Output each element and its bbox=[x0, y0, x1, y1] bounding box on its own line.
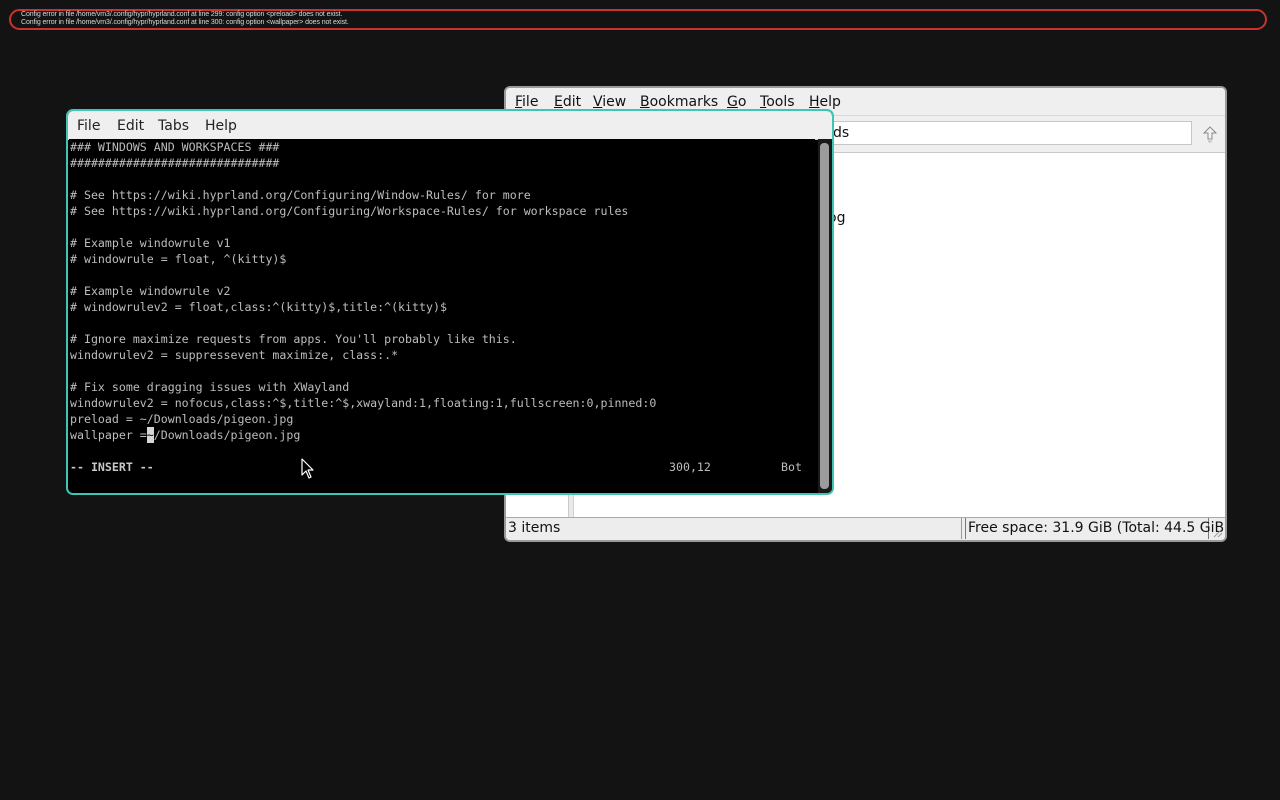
terminal-line: # Example windowrule v2 bbox=[70, 284, 231, 298]
jump-arrow-icon[interactable] bbox=[1198, 122, 1222, 146]
term-menu-tabs[interactable]: Tabs bbox=[158, 117, 189, 135]
terminal-scroll-thumb[interactable] bbox=[820, 143, 829, 489]
vim-status-scroll: Bot bbox=[781, 460, 802, 474]
status-free-space: Free space: 31.9 GiB (Total: 44.5 GiB) bbox=[965, 518, 1225, 539]
terminal-line: windowrulev2 = nofocus,class:^$,title:^$… bbox=[70, 396, 657, 410]
text-cursor: ~ bbox=[146, 427, 154, 443]
error-line-1: Config error in file /home/vm3/.config/h… bbox=[21, 11, 343, 18]
mouse-pointer-icon bbox=[301, 458, 314, 479]
terminal-scrollbar[interactable] bbox=[818, 139, 832, 493]
terminal-line: ### WINDOWS AND WORKSPACES ### bbox=[70, 140, 280, 154]
terminal-line: ############################## bbox=[70, 156, 280, 170]
config-error-banner: Config error in file /home/vm3/.config/h… bbox=[9, 9, 1267, 30]
terminal-line: windowrulev2 = suppressevent maximize, c… bbox=[70, 348, 399, 362]
terminal-line: # windowrule = float, ^(kitty)$ bbox=[70, 252, 287, 266]
terminal-menubar: File Edit Tabs Help bbox=[68, 111, 832, 140]
term-menu-file[interactable]: File bbox=[77, 117, 100, 135]
status-item-count: 3 items bbox=[506, 518, 962, 539]
terminal-line: # Fix some dragging issues with XWayland bbox=[70, 380, 350, 394]
desktop: Config error in file /home/vm3/.config/h… bbox=[0, 0, 1280, 800]
vim-status-position: 300,12 bbox=[669, 460, 711, 474]
terminal-cursor-line: wallpaper =~/Downloads/pigeon.jpg bbox=[70, 427, 300, 443]
location-bar-input[interactable]: ds bbox=[826, 121, 1192, 145]
terminal-line: preload = ~/Downloads/pigeon.jpg bbox=[70, 412, 294, 426]
terminal-line: # windowrulev2 = float,class:^(kitty)$,t… bbox=[70, 300, 447, 314]
error-line-2: Config error in file /home/vm3/.config/h… bbox=[21, 19, 349, 26]
resize-grip-icon[interactable] bbox=[1211, 526, 1223, 538]
cursor-line-before: wallpaper = bbox=[70, 428, 147, 442]
term-menu-edit[interactable]: Edit bbox=[117, 117, 144, 135]
vim-status-mode: -- INSERT -- bbox=[70, 460, 154, 474]
terminal-line: # See https://wiki.hyprland.org/Configur… bbox=[70, 204, 629, 218]
terminal-content[interactable]: ### WINDOWS AND WORKSPACES ### #########… bbox=[69, 139, 815, 493]
file-manager-statusbar: 3 items Free space: 31.9 GiB (Total: 44.… bbox=[506, 517, 1225, 540]
cursor-line-after: /Downloads/pigeon.jpg bbox=[153, 428, 301, 442]
terminal-line: # See https://wiki.hyprland.org/Configur… bbox=[70, 188, 531, 202]
terminal-line: # Ignore maximize requests from apps. Yo… bbox=[70, 332, 517, 346]
terminal-window[interactable]: File Edit Tabs Help ### WINDOWS AND WORK… bbox=[66, 109, 834, 495]
terminal-line: # Example windowrule v1 bbox=[70, 236, 231, 250]
term-menu-help[interactable]: Help bbox=[205, 117, 237, 135]
